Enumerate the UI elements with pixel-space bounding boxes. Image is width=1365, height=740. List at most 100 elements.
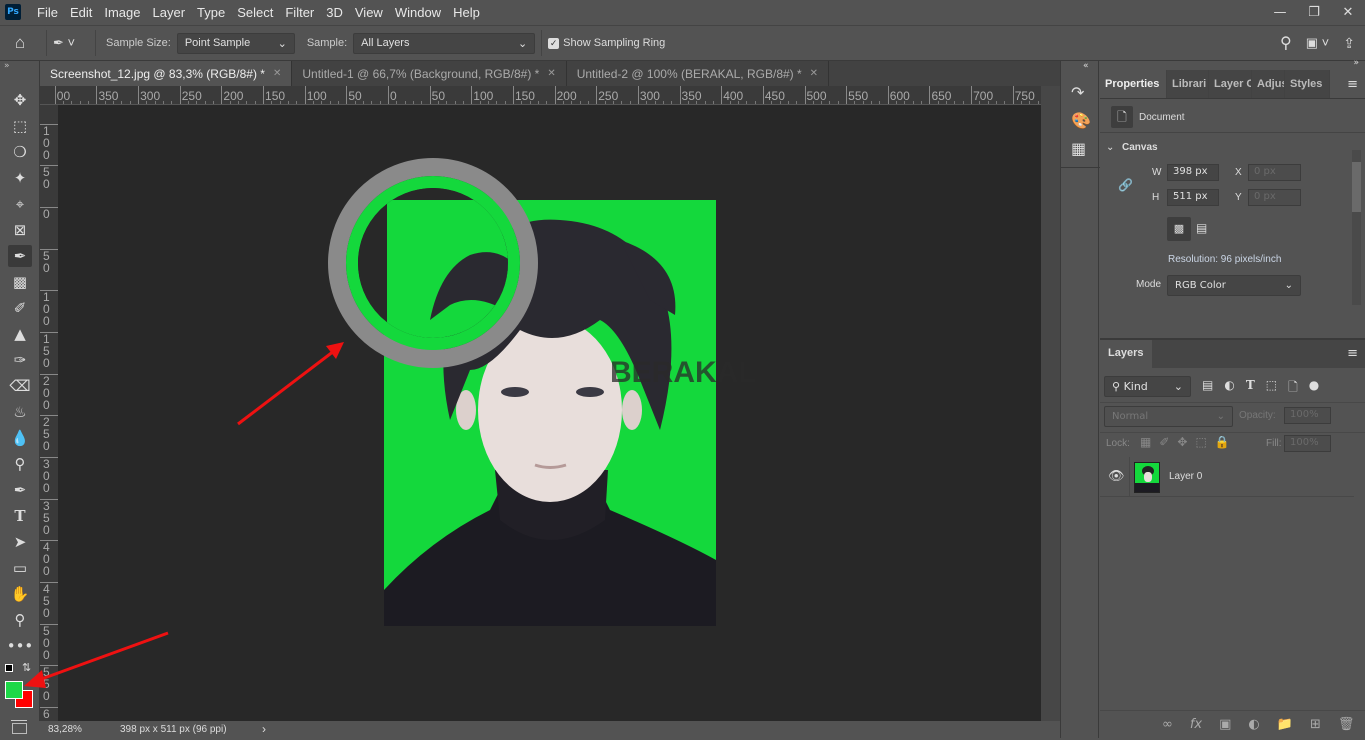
default-colors-icon[interactable] (5, 664, 13, 672)
filter-smart-object-icon[interactable]: 🗋 (1288, 378, 1298, 399)
expand-panels-icon[interactable]: » (1353, 58, 1359, 68)
hand-tool-icon[interactable]: ✋ (8, 583, 32, 605)
move-tool-icon[interactable]: ✥ (8, 89, 32, 111)
more-tools-icon[interactable]: ••• (7, 635, 34, 657)
close-tab-icon[interactable]: ✕ (547, 68, 555, 79)
visibility-eye-icon[interactable]: 👁 (1108, 469, 1125, 484)
share-icon[interactable]: ⇪ (1343, 35, 1355, 52)
lock-position-icon[interactable]: ✥ (1177, 435, 1187, 449)
opacity-field[interactable]: 100% (1284, 407, 1331, 424)
history-panel-icon[interactable]: ↷ (1071, 83, 1084, 102)
height-field[interactable]: 511 px (1167, 189, 1219, 206)
color-palette-icon[interactable]: 🎨 (1071, 111, 1091, 130)
filter-type-icon[interactable]: T (1246, 378, 1255, 399)
adjustment-layer-icon[interactable]: ◐ (1248, 717, 1259, 740)
document-tab[interactable]: Untitled-1 @ 66,7% (Background, RGB/8#) … (292, 61, 567, 86)
properties-tab[interactable]: Styles (1285, 70, 1330, 98)
pen-tool-icon[interactable]: ✒ (8, 479, 32, 501)
marquee-tool-icon[interactable]: ⬚ (8, 115, 32, 137)
brush-tool-icon[interactable]: ✐ (8, 297, 32, 319)
lasso-tool-icon[interactable]: ❍ (8, 141, 32, 163)
y-field[interactable]: 0 px (1248, 189, 1301, 206)
new-group-folder-icon[interactable]: 📁 (1277, 717, 1293, 740)
menu-type[interactable]: Type (191, 5, 231, 20)
layer-row[interactable]: 👁 Layer 0 (1100, 457, 1354, 497)
history-brush-tool-icon[interactable]: ✑ (8, 349, 32, 371)
portrait-orientation-icon[interactable]: ▩ (1167, 217, 1191, 241)
document-tab[interactable]: Screenshot_12.jpg @ 83,3% (RGB/8#) * ✕ (40, 61, 293, 86)
home-icon[interactable]: ⌂ (0, 33, 40, 53)
sample-select[interactable]: All Layers ⌄ (353, 32, 536, 54)
path-selection-tool-icon[interactable]: ➤ (8, 531, 32, 553)
menu-file[interactable]: File (31, 5, 64, 20)
collapse-toolbar-icon[interactable]: » (4, 61, 10, 71)
frame-tool-icon[interactable]: ⊠ (8, 219, 32, 241)
rectangle-tool-icon[interactable]: ▭ (8, 557, 32, 579)
delete-layer-icon[interactable]: 🗑 (1338, 717, 1355, 740)
canvas-area[interactable]: BERAKAL (58, 105, 1041, 721)
type-tool-icon[interactable]: T (8, 505, 32, 527)
link-dimensions-icon[interactable]: 🔗 (1118, 178, 1133, 192)
healing-brush-tool-icon[interactable]: ▩ (8, 271, 32, 293)
paint-bucket-tool-icon[interactable]: ♨ (8, 401, 32, 423)
zoom-tool-icon[interactable]: ⚲ (8, 609, 32, 631)
menu-filter[interactable]: Filter (279, 5, 320, 20)
properties-tab[interactable]: Librari (1167, 70, 1209, 98)
zoom-level[interactable]: 83,28% (48, 724, 82, 735)
mode-select[interactable]: RGB Color ⌄ (1167, 275, 1301, 296)
canvas-collapse-icon[interactable]: ⌄ (1106, 142, 1114, 153)
menu-edit[interactable]: Edit (64, 5, 98, 20)
menu-3d[interactable]: 3D (320, 5, 349, 20)
eyedropper-preset-icon[interactable]: ✒ ˅ (53, 35, 89, 51)
lock-image-icon[interactable]: ✐ (1159, 435, 1169, 449)
eyedropper-tool-icon[interactable]: ✒ (8, 245, 32, 267)
workspace-icon[interactable]: ▣ ˅ (1306, 35, 1330, 51)
sample-size-select[interactable]: Point Sample ⌄ (176, 32, 295, 54)
search-icon[interactable]: ⚲ (1280, 33, 1292, 53)
vertical-scrollbar[interactable] (1041, 86, 1060, 721)
layer-style-fx-icon[interactable]: fx (1190, 717, 1202, 740)
new-layer-icon[interactable]: ⊞ (1310, 717, 1321, 740)
close-tab-icon[interactable]: ✕ (810, 68, 818, 79)
swatches-grid-icon[interactable]: ▦ (1071, 139, 1086, 158)
menu-view[interactable]: View (349, 5, 389, 20)
menu-image[interactable]: Image (98, 5, 146, 20)
menu-window[interactable]: Window (389, 5, 447, 20)
foreground-color-swatch[interactable] (5, 681, 23, 699)
swap-colors-icon[interactable]: ⇅ (22, 661, 31, 674)
document-tab[interactable]: Untitled-2 @ 100% (BERAKAL, RGB/8#) * ✕ (567, 61, 830, 86)
screen-mode-icon[interactable] (12, 723, 27, 734)
dodge-tool-icon[interactable]: ⚲ (8, 453, 32, 475)
minimize-button[interactable]: — (1263, 5, 1297, 20)
collapse-panels-icon[interactable]: « (1083, 61, 1089, 71)
properties-scrollbar[interactable] (1352, 150, 1361, 305)
show-ring-checkbox[interactable]: ✓ (548, 37, 560, 49)
add-mask-icon[interactable]: ▣ (1219, 717, 1231, 740)
width-field[interactable]: 398 px (1167, 164, 1219, 181)
panel-menu-icon[interactable]: ≡ (1347, 77, 1358, 92)
close-tab-icon[interactable]: ✕ (273, 68, 281, 79)
lock-transparent-icon[interactable]: ▦ (1140, 435, 1151, 449)
blur-tool-icon[interactable]: 💧 (8, 427, 32, 449)
filter-toggle-icon[interactable]: ● (1309, 378, 1319, 399)
layers-tab[interactable]: Layers (1100, 340, 1152, 368)
lock-artboard-icon[interactable]: ⬚ (1195, 435, 1206, 449)
fill-field[interactable]: 100% (1284, 435, 1331, 452)
link-layers-icon[interactable]: ∞ (1162, 717, 1173, 740)
properties-tab[interactable]: Layer C (1209, 70, 1252, 98)
restore-button[interactable]: ❐ (1297, 5, 1331, 20)
menu-select[interactable]: Select (231, 5, 279, 20)
menu-help[interactable]: Help (447, 5, 486, 20)
close-button[interactable]: ✕ (1331, 5, 1365, 20)
menu-layer[interactable]: Layer (147, 5, 192, 20)
filter-adjustment-icon[interactable]: ◐ (1224, 378, 1234, 399)
lock-all-icon[interactable]: 🔒 (1215, 435, 1230, 449)
filter-pixel-icon[interactable]: ▤ (1202, 378, 1213, 399)
blend-mode-select[interactable]: Normal ⌄ (1104, 406, 1233, 427)
panel-menu-icon[interactable]: ≡ (1347, 346, 1358, 361)
properties-tab[interactable]: Properties (1100, 70, 1167, 98)
landscape-orientation-icon[interactable]: ▤ (1196, 221, 1207, 235)
filter-shape-icon[interactable]: ⬚ (1266, 378, 1277, 399)
layer-filter-select[interactable]: ⚲ Kind ⌄ (1104, 376, 1191, 397)
magic-wand-tool-icon[interactable]: ✦ (8, 167, 32, 189)
